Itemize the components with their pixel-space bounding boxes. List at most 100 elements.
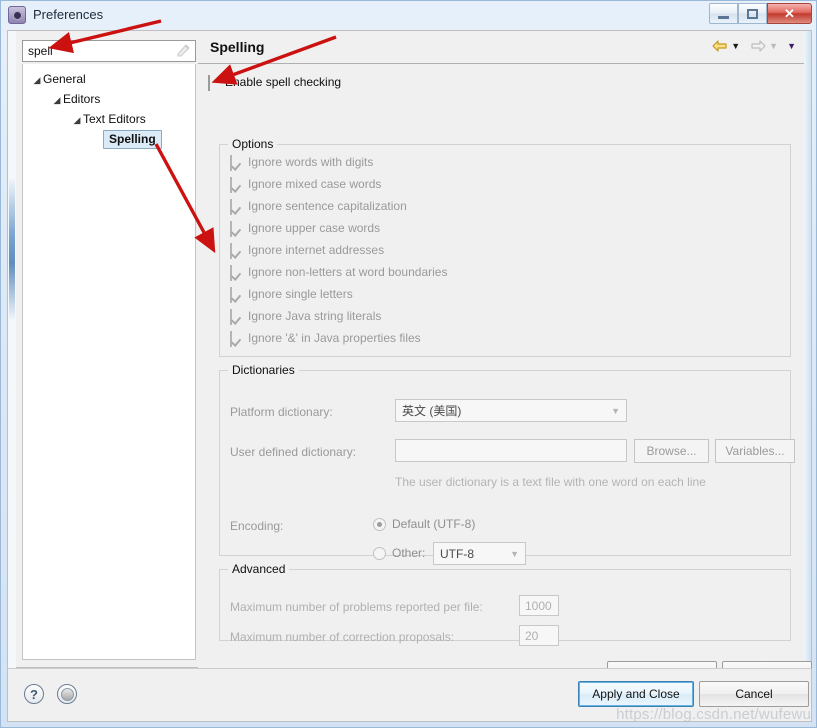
dialog-footer: ? Apply and Close Cancel <box>7 668 812 722</box>
variables-button-label: Variables... <box>725 444 785 458</box>
cancel-button[interactable]: Cancel <box>699 681 809 707</box>
cancel-label: Cancel <box>735 687 773 701</box>
options-group-legend: Options <box>232 137 274 151</box>
max-problems-value: 1000 <box>525 598 552 613</box>
close-button[interactable]: ✕ <box>767 3 812 24</box>
encoding-default-radio[interactable]: Default (UTF-8) <box>373 517 475 531</box>
expand-triangle-icon[interactable]: ◢ <box>71 110 83 130</box>
option-label: Ignore single letters <box>248 287 353 301</box>
left-scroll-indicator[interactable] <box>9 179 15 319</box>
checkbox-glyph[interactable] <box>208 74 221 91</box>
max-problems-input[interactable]: 1000 <box>519 595 559 616</box>
page-content: Enable spell checking Options Ignore wor… <box>198 64 812 685</box>
checkbox-glyph[interactable] <box>230 198 243 215</box>
platform-dictionary-label: Platform dictionary: <box>230 405 333 419</box>
option-label: Ignore '&' in Java properties files <box>248 331 421 345</box>
tree-item-text-editors[interactable]: ◢ Text Editors <box>23 109 195 129</box>
dialog-body: spell ◢General ◢Editors ◢Text Editors <box>7 30 812 685</box>
record-dot-icon[interactable] <box>57 684 77 704</box>
option-row-ignore-java-string-literals[interactable]: Ignore Java string literals <box>220 305 790 327</box>
user-dictionary-label: User defined dictionary: <box>230 445 357 459</box>
preferences-tree[interactable]: ◢ General ◢ Editors ◢ Text Editors Spelling <box>22 64 196 660</box>
option-row-ignore-non-letters-at-word-boundaries[interactable]: Ignore non-letters at word boundaries <box>220 261 790 283</box>
option-row-ignore-words-with-digits[interactable]: Ignore words with digits <box>220 151 790 173</box>
checkbox-glyph[interactable] <box>230 264 243 281</box>
max-proposals-label: Maximum number of correction proposals: <box>230 630 455 644</box>
tree-item-label: Text Editors <box>83 112 146 126</box>
advanced-group: Advanced Maximum number of problems repo… <box>219 562 791 646</box>
tree-item-editors[interactable]: ◢ Editors <box>23 89 195 109</box>
radio-glyph[interactable] <box>373 517 386 531</box>
checkbox-glyph[interactable] <box>230 154 243 171</box>
title-bar: Preferences ✕ <box>1 1 816 30</box>
max-proposals-value: 20 <box>525 628 539 643</box>
platform-dictionary-value: 英文 (美国) <box>402 404 462 418</box>
user-dictionary-hint: The user dictionary is a text file with … <box>395 475 706 489</box>
encoding-label: Encoding: <box>230 519 284 533</box>
back-history-caret-down-icon[interactable]: ▼ <box>731 38 740 54</box>
option-row-ignore-internet-addresses[interactable]: Ignore internet addresses <box>220 239 790 261</box>
window-title: Preferences <box>33 7 104 22</box>
radio-glyph[interactable] <box>373 546 386 560</box>
page-header: Spelling ▼ ▼ ▼ <box>198 31 804 64</box>
option-label: Ignore upper case words <box>248 221 381 235</box>
window-controls: ✕ <box>709 3 812 24</box>
checkbox-glyph[interactable] <box>230 308 243 325</box>
page-title: Spelling <box>210 39 265 55</box>
expand-triangle-icon[interactable]: ◢ <box>51 90 63 110</box>
encoding-other-value: UTF-8 <box>440 546 474 561</box>
apply-and-close-button[interactable]: Apply and Close <box>578 681 694 707</box>
search-input-value: spell <box>28 44 53 58</box>
expand-triangle-icon[interactable]: ◢ <box>31 70 43 90</box>
option-row-ignore-single-letters[interactable]: Ignore single letters <box>220 283 790 305</box>
options-group: Options Ignore words with digits Ignore … <box>219 137 791 357</box>
user-dictionary-input[interactable] <box>395 439 627 462</box>
option-row-ignore-upper-case-words[interactable]: Ignore upper case words <box>220 217 790 239</box>
maximize-button[interactable] <box>738 3 767 24</box>
option-label: Ignore Java string literals <box>248 309 382 323</box>
max-problems-label: Maximum number of problems reported per … <box>230 600 483 614</box>
checkbox-glyph[interactable] <box>230 176 243 193</box>
option-row-ignore-mixed-case-words[interactable]: Ignore mixed case words <box>220 173 790 195</box>
variables-button[interactable]: Variables... <box>715 439 795 463</box>
encoding-other-radio[interactable]: Other: <box>373 546 425 560</box>
forward-history-caret-down-icon: ▼ <box>769 41 779 51</box>
search-input[interactable]: spell <box>22 40 196 62</box>
tree-item-label: Spelling <box>103 130 162 149</box>
browse-button-label: Browse... <box>646 444 697 458</box>
checkbox-glyph[interactable] <box>230 330 243 347</box>
enable-spell-checking-checkbox[interactable]: Enable spell checking <box>208 74 342 91</box>
max-proposals-input[interactable]: 20 <box>519 625 559 646</box>
preference-page: Spelling ▼ ▼ ▼ Enable spell checking Opt… <box>198 31 812 685</box>
chevron-down-icon[interactable]: ▼ <box>611 406 626 416</box>
tree-item-general[interactable]: ◢ General <box>23 69 195 89</box>
advanced-group-legend: Advanced <box>232 562 286 576</box>
checkbox-glyph[interactable] <box>230 242 243 259</box>
minimize-button[interactable] <box>709 3 738 24</box>
option-label: Ignore sentence capitalization <box>248 199 407 213</box>
dictionaries-group: Dictionaries Platform dictionary: 英文 (美国… <box>219 363 795 565</box>
option-row-ignore-ampersand-in-java-properties-files[interactable]: Ignore '&' in Java properties files <box>220 327 790 349</box>
checkbox-glyph[interactable] <box>230 220 243 237</box>
chevron-down-icon[interactable]: ▼ <box>510 549 525 559</box>
enable-spell-checking-label: Enable spell checking <box>225 75 342 89</box>
page-nav-icons: ▼ ▼ ▼ <box>711 38 796 54</box>
encoding-other-label: Other: <box>392 546 426 560</box>
browse-button[interactable]: Browse... <box>634 439 709 463</box>
option-label: Ignore words with digits <box>248 155 374 169</box>
platform-dictionary-select[interactable]: 英文 (美国) ▼ <box>395 399 627 422</box>
checkbox-glyph[interactable] <box>230 286 243 303</box>
option-row-ignore-sentence-capitalization[interactable]: Ignore sentence capitalization <box>220 195 790 217</box>
clear-icon[interactable] <box>177 44 191 59</box>
tree-item-label: Editors <box>63 92 101 106</box>
apply-and-close-label: Apply and Close <box>592 687 680 701</box>
preferences-dialog: Preferences ✕ spell ◢ General ◢ Editors … <box>0 0 817 728</box>
option-label: Ignore non-letters at word boundaries <box>248 265 448 279</box>
forward-arrow-icon <box>751 40 766 52</box>
help-question-icon[interactable]: ? <box>24 684 44 704</box>
tree-item-spelling[interactable]: Spelling <box>23 129 195 149</box>
encoding-default-label: Default (UTF-8) <box>392 517 476 531</box>
preferences-gear-icon <box>8 6 26 24</box>
back-arrow-icon[interactable] <box>711 38 729 54</box>
view-menu-caret-down-icon[interactable]: ▼ <box>787 38 796 54</box>
